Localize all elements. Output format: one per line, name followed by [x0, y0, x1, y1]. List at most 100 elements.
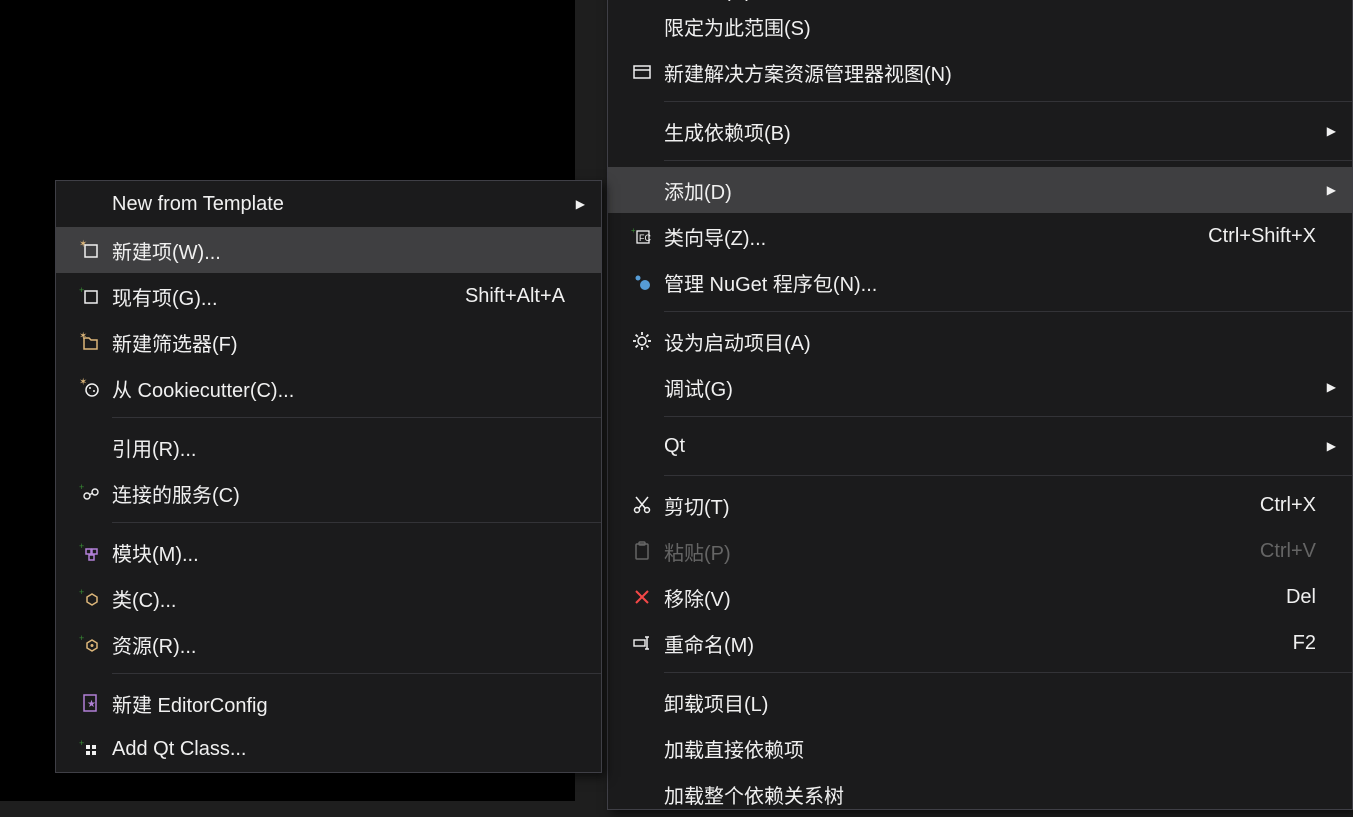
main-menu-item[interactable]: 添加(D)▶: [608, 167, 1352, 213]
menu-separator: [664, 416, 1352, 417]
menu-item-label: 重建…(R): [664, 0, 1316, 3]
resource-icon: +: [68, 621, 112, 667]
sub-menu-item[interactable]: + 现有项(G)... Shift+Alt+A: [56, 273, 601, 319]
context-menu-add-submenu: New from Template▶✶新建项(W)...+现有项(G)...Sh…: [55, 180, 602, 773]
menu-item-label: 添加(D): [664, 176, 1316, 205]
new-item-icon: ✶: [68, 227, 112, 273]
main-menu-item[interactable]: Qt▶: [608, 423, 1352, 469]
menu-item-label: 剪切(T): [664, 491, 1230, 520]
module-icon: +: [68, 529, 112, 575]
sub-menu-item[interactable]: + 类(C)...: [56, 575, 601, 621]
sub-menu-item[interactable]: +资源(R)...: [56, 621, 601, 667]
sub-menu-item[interactable]: 引用(R)...: [56, 424, 601, 470]
menu-item-label: 引用(R)...: [112, 433, 565, 462]
submenu-arrow-icon: ▶: [565, 197, 585, 211]
main-menu-item[interactable]: 移除(V) Del: [608, 574, 1352, 620]
main-menu-item[interactable]: 限定为此范围(S): [608, 3, 1352, 49]
svg-text:FC: FC: [639, 233, 651, 243]
main-menu-item[interactable]: 调试(G)▶: [608, 364, 1352, 410]
main-menu-item[interactable]: 生成依赖项(B)▶: [608, 108, 1352, 154]
rename-icon: [620, 620, 664, 666]
main-menu-item[interactable]: 重建…(R): [608, 0, 1352, 3]
svg-text:✶: ✶: [79, 377, 87, 388]
remove-icon: [620, 574, 664, 620]
menu-item-shortcut: Del: [1286, 586, 1316, 609]
menu-icon-empty: [620, 725, 664, 771]
menu-icon-empty: [620, 167, 664, 213]
cookie-icon: ✶: [68, 365, 112, 411]
menu-separator: [664, 672, 1352, 673]
submenu-arrow-icon: ▶: [1316, 124, 1336, 138]
menu-item-shortcut: Ctrl+Shift+X: [1208, 225, 1316, 248]
sub-menu-item[interactable]: New from Template▶: [56, 181, 601, 227]
menu-item-label: 现有项(G)...: [112, 282, 435, 311]
new-filter-icon: ✶: [68, 319, 112, 365]
main-menu-item[interactable]: 管理 NuGet 程序包(N)...: [608, 259, 1352, 305]
nuget-icon: [620, 259, 664, 305]
svg-text:+: +: [79, 541, 84, 551]
menu-separator: [112, 522, 601, 523]
sub-menu-item[interactable]: ✶新建项(W)...: [56, 227, 601, 273]
menu-item-shortcut: Ctrl+V: [1260, 540, 1316, 563]
main-menu-item[interactable]: 加载直接依赖项: [608, 725, 1352, 771]
menu-icon-empty: [620, 423, 664, 469]
menu-separator: [664, 475, 1352, 476]
qt-class-icon: +: [68, 726, 112, 772]
menu-item-label: 新建解决方案资源管理器视图(N): [664, 58, 1316, 87]
menu-item-label: 类向导(Z)...: [664, 222, 1178, 251]
svg-text:+: +: [79, 587, 84, 597]
menu-item-label: 连接的服务(C): [112, 479, 565, 508]
menu-separator: [112, 417, 601, 418]
menu-item-label: 管理 NuGet 程序包(N)...: [664, 268, 1316, 297]
main-menu-item[interactable]: +FC类向导(Z)...Ctrl+Shift+X: [608, 213, 1352, 259]
class-wizard-icon: +FC: [620, 213, 664, 259]
sub-menu-item[interactable]: ✶ 从 Cookiecutter(C)...: [56, 365, 601, 411]
sub-menu-item[interactable]: ★新建 EditorConfig: [56, 680, 601, 726]
cut-icon: [620, 482, 664, 528]
menu-item-label: Qt: [664, 435, 1316, 458]
menu-item-label: 卸载项目(L): [664, 688, 1316, 717]
menu-item-label: 移除(V): [664, 583, 1256, 612]
menu-icon-empty: [68, 424, 112, 470]
menu-item-label: 类(C)...: [112, 584, 565, 613]
submenu-arrow-icon: ▶: [1316, 380, 1336, 394]
new-view-icon: [620, 49, 664, 95]
menu-item-label: 加载整个依赖关系树: [664, 780, 1316, 809]
existing-item-icon: +: [68, 273, 112, 319]
submenu-arrow-icon: ▶: [1316, 439, 1336, 453]
menu-item-label: 从 Cookiecutter(C)...: [112, 374, 565, 403]
menu-item-label: 生成依赖项(B): [664, 117, 1316, 146]
svg-text:★: ★: [87, 699, 96, 710]
menu-separator: [664, 160, 1352, 161]
sub-menu-item[interactable]: +Add Qt Class...: [56, 726, 601, 772]
gear-icon: [620, 318, 664, 364]
main-menu-item[interactable]: 重命名(M)F2: [608, 620, 1352, 666]
menu-icon-empty: [620, 3, 664, 49]
svg-text:+: +: [79, 285, 84, 295]
main-menu-item[interactable]: 加载整个依赖关系树: [608, 771, 1352, 817]
menu-item-shortcut: Ctrl+X: [1260, 494, 1316, 517]
menu-item-shortcut: Shift+Alt+A: [465, 285, 565, 308]
menu-item-label: 调试(G): [664, 373, 1316, 402]
menu-separator: [112, 673, 601, 674]
menu-item-shortcut: F2: [1293, 632, 1316, 655]
menu-icon-empty: [620, 679, 664, 725]
main-menu-item[interactable]: 设为启动项目(A): [608, 318, 1352, 364]
svg-text:✶: ✶: [79, 331, 87, 342]
menu-item-label: 新建项(W)...: [112, 236, 565, 265]
class-icon: +: [68, 575, 112, 621]
menu-icon-empty: [620, 771, 664, 817]
main-menu-item[interactable]: 卸载项目(L): [608, 679, 1352, 725]
sub-menu-item[interactable]: ✶新建筛选器(F): [56, 319, 601, 365]
svg-text:+: +: [79, 738, 84, 748]
sub-menu-item[interactable]: +连接的服务(C): [56, 470, 601, 516]
menu-item-label: 设为启动项目(A): [664, 327, 1316, 356]
svg-text:+: +: [631, 226, 636, 235]
svg-text:+: +: [79, 633, 84, 643]
menu-icon-empty: [68, 181, 112, 227]
main-menu-item[interactable]: 剪切(T) Ctrl+X: [608, 482, 1352, 528]
sub-menu-item[interactable]: + 模块(M)...: [56, 529, 601, 575]
menu-item-label: 粘贴(P): [664, 537, 1230, 566]
menu-item-label: 模块(M)...: [112, 538, 565, 567]
main-menu-item[interactable]: 新建解决方案资源管理器视图(N): [608, 49, 1352, 95]
